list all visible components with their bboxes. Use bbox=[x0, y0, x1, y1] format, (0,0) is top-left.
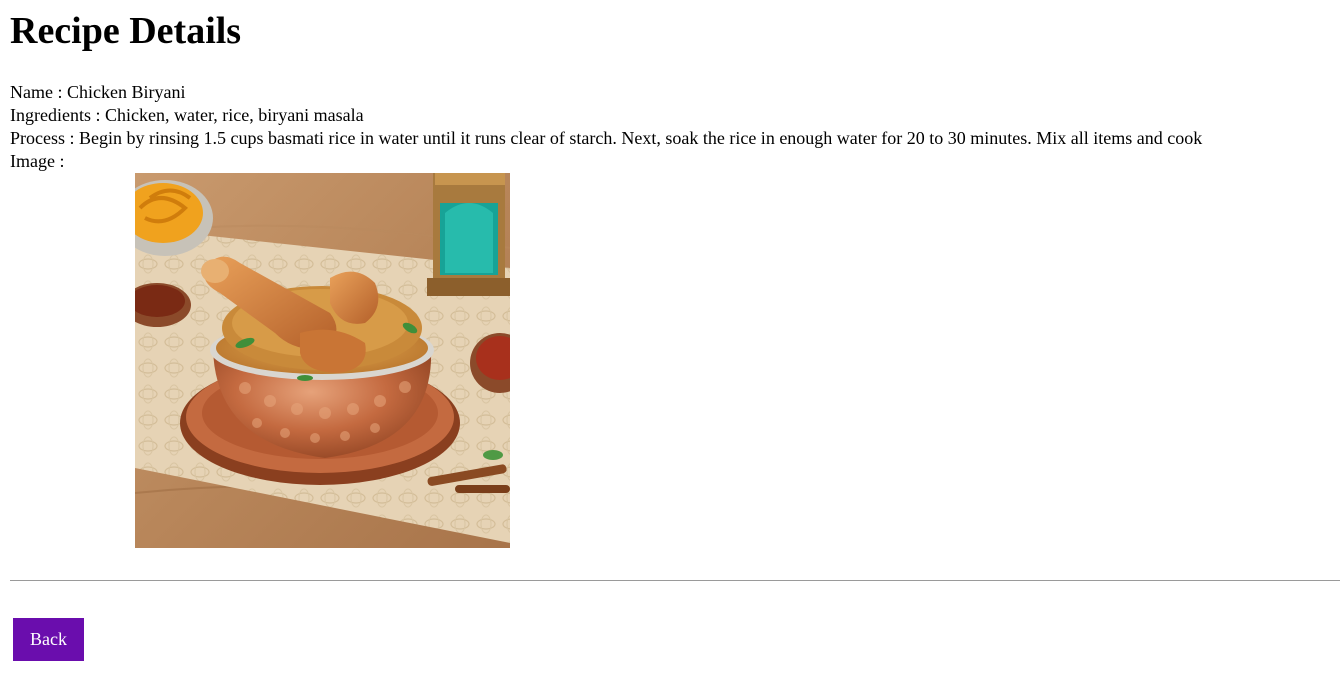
recipe-details: Name : Chicken Biryani Ingredients : Chi… bbox=[10, 81, 1340, 173]
recipe-image-row: Image : bbox=[10, 150, 1340, 173]
divider bbox=[10, 580, 1340, 581]
recipe-details-page: Recipe Details Name : Chicken Biryani In… bbox=[0, 0, 1340, 679]
recipe-name-value: Chicken Biryani bbox=[66, 82, 186, 102]
recipe-image-label: Image : bbox=[10, 151, 65, 171]
recipe-name-row: Name : Chicken Biryani bbox=[10, 81, 1340, 104]
recipe-ingredients-value: Chicken, water, rice, biryani masala bbox=[104, 105, 364, 125]
recipe-image bbox=[135, 173, 510, 548]
recipe-process-label: Process : bbox=[10, 128, 79, 148]
recipe-ingredients-label: Ingredients : bbox=[10, 105, 105, 125]
back-button[interactable]: Back bbox=[13, 618, 84, 661]
recipe-process-value: Begin by rinsing 1.5 cups basmati rice i… bbox=[79, 128, 1203, 148]
recipe-ingredients-row: Ingredients : Chicken, water, rice, biry… bbox=[10, 104, 1340, 127]
recipe-name-label: Name : bbox=[10, 82, 67, 102]
page-title: Recipe Details bbox=[10, 10, 242, 52]
recipe-process-row: Process : Begin by rinsing 1.5 cups basm… bbox=[10, 127, 1340, 150]
chicken-biryani-photo bbox=[135, 173, 510, 548]
